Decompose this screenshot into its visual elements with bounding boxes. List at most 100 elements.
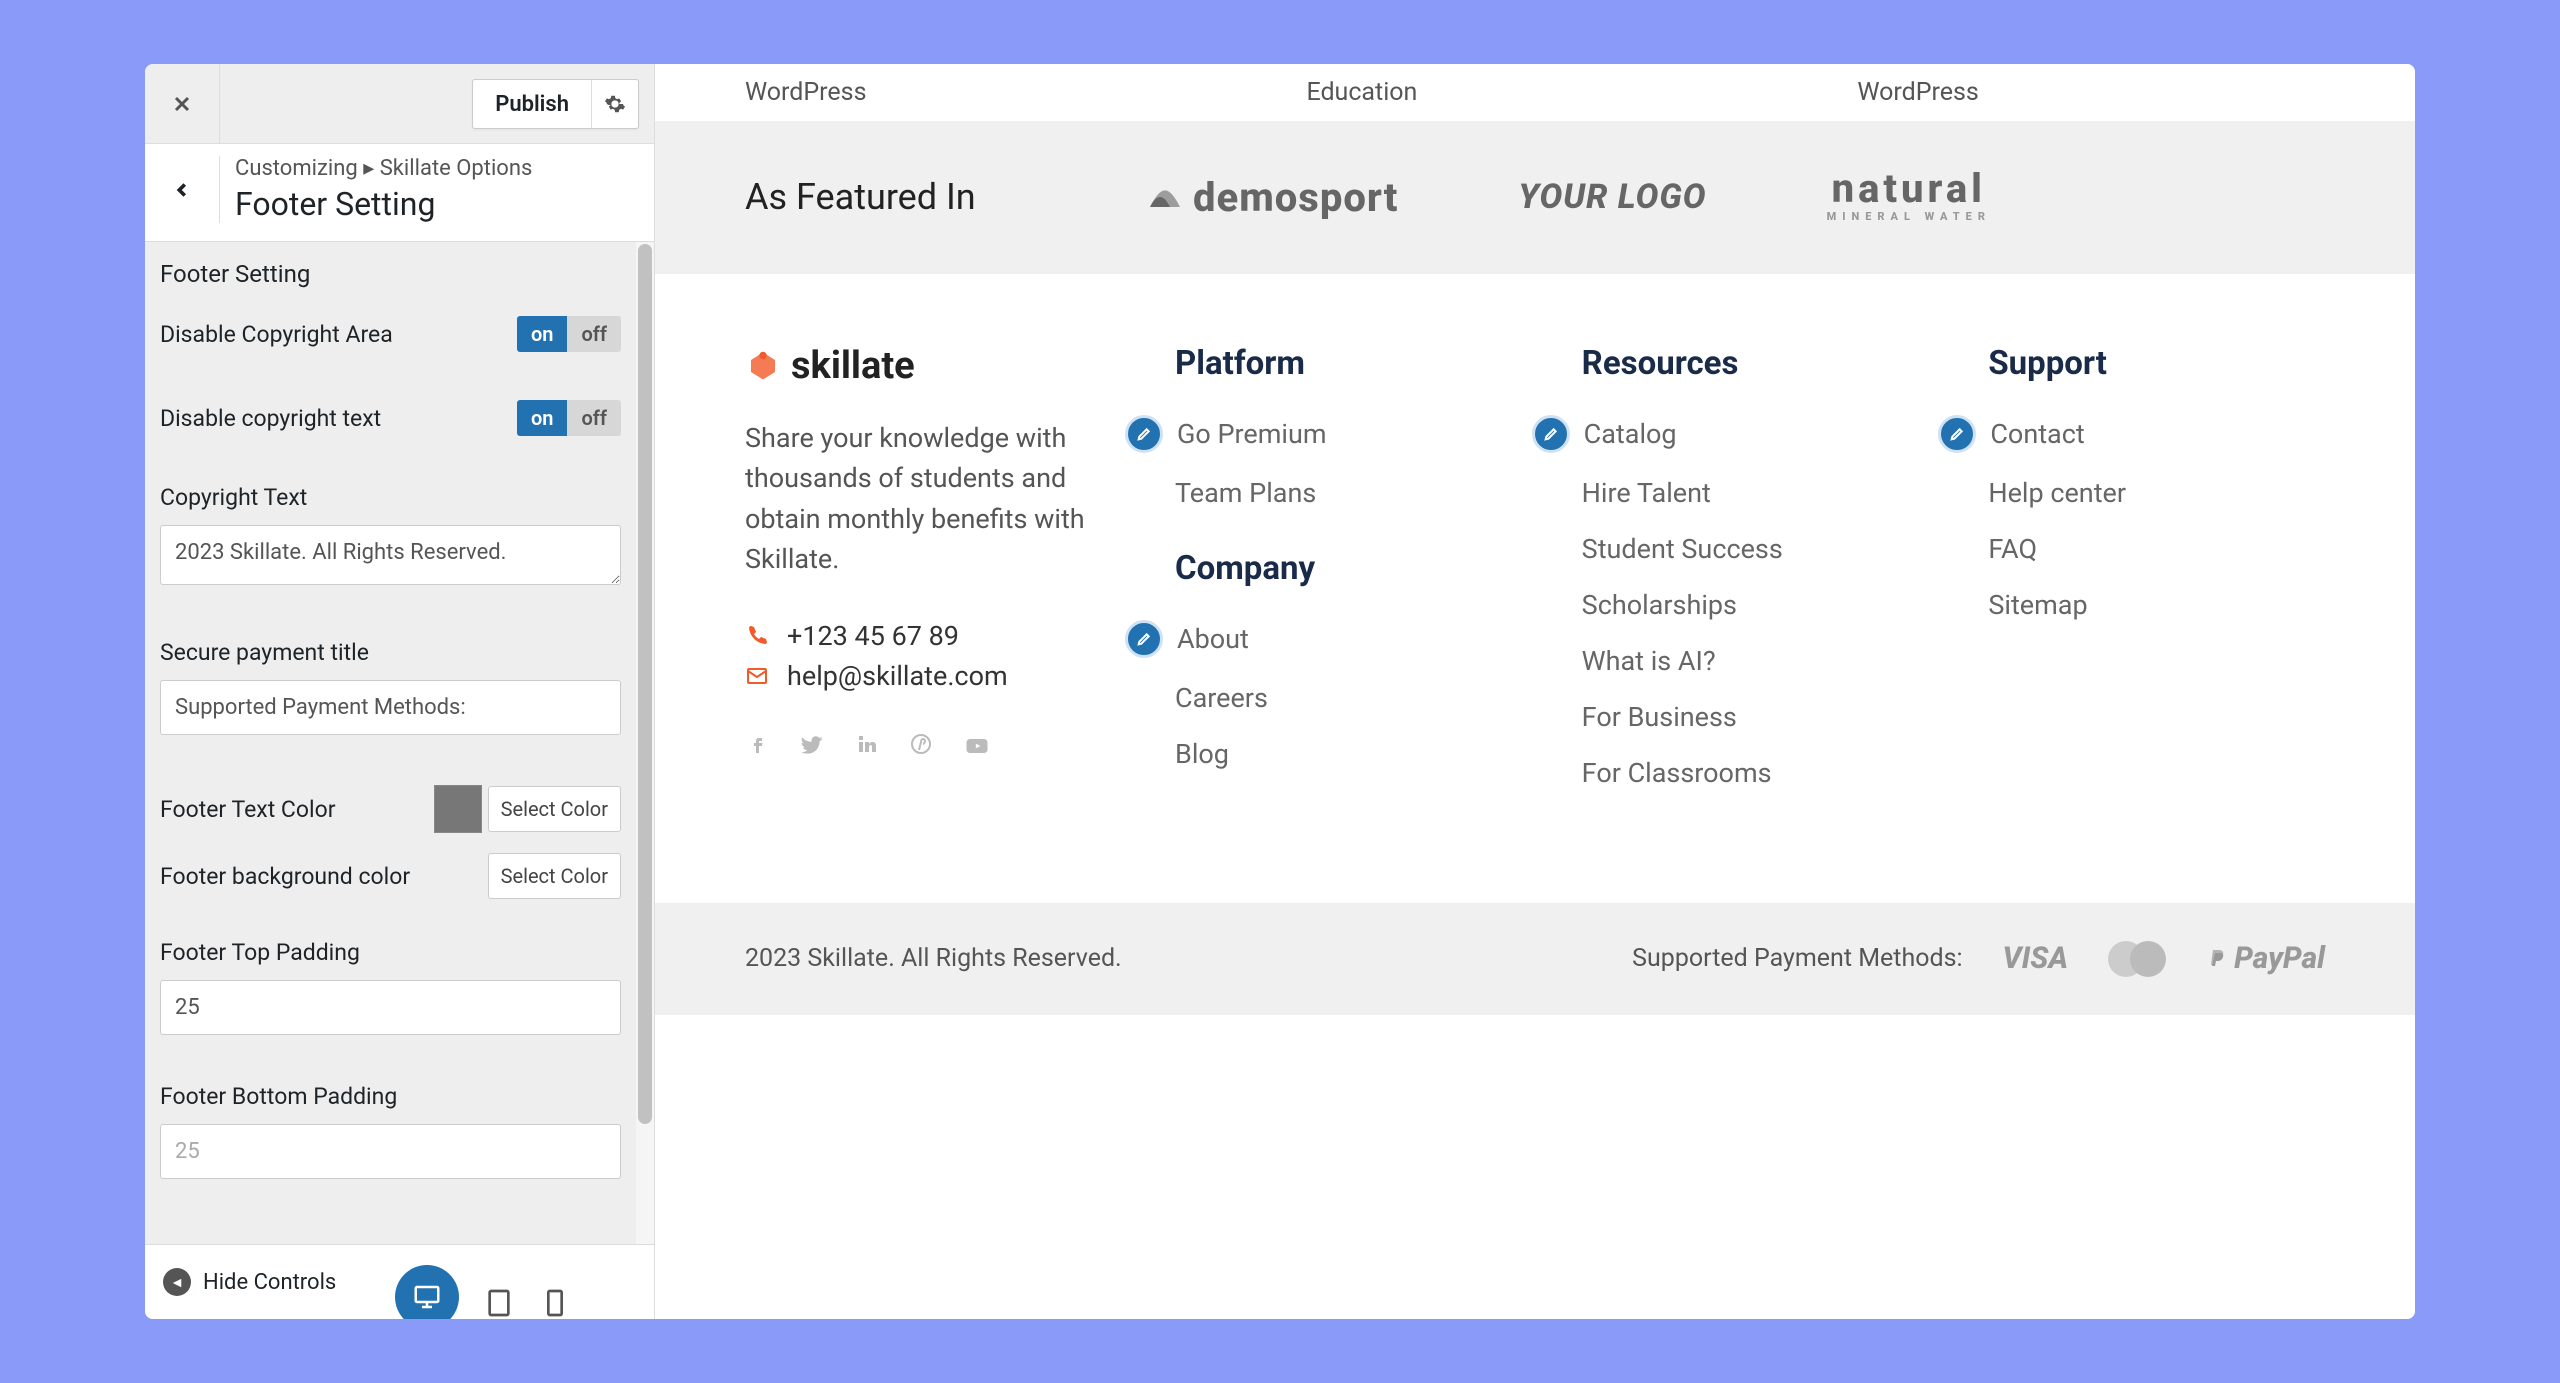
youtube-icon[interactable] <box>963 732 991 760</box>
link-team-plans[interactable]: Team Plans <box>1175 477 1512 509</box>
footer-bottom-padding-label: Footer Bottom Padding <box>160 1083 621 1110</box>
footer-bottom-padding-field: Footer Bottom Padding <box>145 1069 636 1193</box>
link-scholarships[interactable]: Scholarships <box>1582 589 1919 621</box>
link-student-success[interactable]: Student Success <box>1582 533 1919 565</box>
email-line[interactable]: help@skillate.com <box>745 660 1105 692</box>
section-title: Footer Setting <box>145 242 636 302</box>
footer-top-padding-input[interactable] <box>160 980 621 1035</box>
link-about[interactable]: About <box>1175 620 1512 658</box>
wave-icon <box>1145 177 1185 217</box>
scrollbar-track[interactable] <box>636 242 654 1319</box>
skillate-mark-icon <box>745 348 781 384</box>
about-text: Share your knowledge with thousands of s… <box>745 418 1105 580</box>
paypal-icon <box>2206 945 2230 973</box>
hide-controls-button[interactable]: ◄ Hide Controls <box>163 1268 336 1296</box>
edit-shortcut-icon[interactable] <box>1532 415 1570 453</box>
hide-controls-bar: ◄ Hide Controls <box>145 1244 654 1319</box>
back-button[interactable] <box>145 156 220 223</box>
edit-shortcut-icon[interactable] <box>1938 415 1976 453</box>
copyright-text-input[interactable]: 2023 Skillate. All Rights Reserved. <box>160 525 621 585</box>
select-color-button[interactable]: Select Color <box>488 786 621 832</box>
panel-scroll: Footer Setting Disable Copyright Area on… <box>145 242 636 1319</box>
breadcrumb-path: Customizing ▸ Skillate Options <box>235 156 532 181</box>
social-icons <box>745 732 1105 760</box>
footer-text-color-label: Footer Text Color <box>160 796 336 823</box>
color-swatch <box>434 785 482 833</box>
select-color-button[interactable]: Select Color <box>488 853 621 899</box>
edit-shortcut-icon[interactable] <box>1125 620 1163 658</box>
publish-settings-button[interactable] <box>592 80 638 128</box>
device-icons <box>395 1264 571 1319</box>
hide-controls-label: Hide Controls <box>203 1270 336 1295</box>
link-what-is-ai[interactable]: What is AI? <box>1582 645 1919 677</box>
secure-payment-label: Secure payment title <box>160 639 621 666</box>
brand-logo-natural: natural MINERAL WATER <box>1827 173 1991 222</box>
link-catalog[interactable]: Catalog <box>1582 415 1919 453</box>
link-contact[interactable]: Contact <box>1988 415 2325 453</box>
scrollbar-thumb[interactable] <box>638 244 652 1124</box>
toggle-on: on <box>517 400 568 436</box>
mastercard-logo <box>2108 941 2166 977</box>
company-heading: Company <box>1175 549 1512 588</box>
facebook-icon[interactable] <box>745 732 769 756</box>
email-text: help@skillate.com <box>787 660 1008 692</box>
link-careers[interactable]: Careers <box>1175 682 1512 714</box>
pinterest-icon[interactable] <box>909 732 933 756</box>
disable-copyright-area-label: Disable Copyright Area <box>160 321 393 348</box>
mobile-icon[interactable] <box>539 1287 571 1319</box>
link-go-premium[interactable]: Go Premium <box>1175 415 1512 453</box>
sidebar-topbar: Publish <box>145 64 654 144</box>
skillate-logo-text: skillate <box>791 344 915 388</box>
disable-copyright-area-toggle[interactable]: on off <box>517 316 621 352</box>
desktop-device-button[interactable] <box>395 1265 459 1319</box>
footer-text-color-picker[interactable]: Select Color <box>434 785 621 833</box>
footer-bar: 2023 Skillate. All Rights Reserved. Supp… <box>655 903 2415 1015</box>
link-blog[interactable]: Blog <box>1175 738 1512 770</box>
tag-item: Education <box>1306 78 1417 107</box>
panel-body: Footer Setting Disable Copyright Area on… <box>145 242 654 1319</box>
paypal-logo: PayPal <box>2206 941 2325 976</box>
secure-payment-input[interactable] <box>160 680 621 735</box>
link-faq[interactable]: FAQ <box>1988 533 2325 565</box>
footer-bg-color-label: Footer background color <box>160 863 410 890</box>
link-help-center[interactable]: Help center <box>1988 477 2325 509</box>
preview-pane: WordPress Education WordPress As Feature… <box>655 64 2415 1319</box>
preview-tags-row: WordPress Education WordPress <box>655 64 2415 121</box>
link-hire-talent[interactable]: Hire Talent <box>1582 477 1919 509</box>
linkedin-icon[interactable] <box>855 732 879 756</box>
footer-about-column: skillate Share your knowledge with thous… <box>745 344 1105 813</box>
disable-copyright-text-toggle[interactable]: on off <box>517 400 621 436</box>
tablet-icon[interactable] <box>483 1287 515 1319</box>
footer-bottom-padding-input[interactable] <box>160 1124 621 1179</box>
link-for-business[interactable]: For Business <box>1582 701 1919 733</box>
toggle-off: off <box>567 316 621 352</box>
link-for-classrooms[interactable]: For Classrooms <box>1582 757 1919 789</box>
link-sitemap[interactable]: Sitemap <box>1988 589 2325 621</box>
featured-band: As Featured In demosport YOUR LOGO natur… <box>655 121 2415 274</box>
phone-text: +123 45 67 89 <box>787 620 959 652</box>
footer-text-color-row: Footer Text Color Select Color <box>145 775 636 843</box>
copyright-text: 2023 Skillate. All Rights Reserved. <box>745 944 1122 973</box>
publish-button[interactable]: Publish <box>473 80 592 128</box>
twitter-icon[interactable] <box>799 732 825 758</box>
footer-bg-color-row: Footer background color Select Color <box>145 843 636 909</box>
footer-bg-color-picker[interactable]: Select Color <box>488 853 621 899</box>
toggle-on: on <box>517 316 568 352</box>
phone-line[interactable]: +123 45 67 89 <box>745 620 1105 652</box>
customizer-sidebar: Publish Customizing ▸ Skillate Options F… <box>145 64 655 1319</box>
payment-group: Supported Payment Methods: VISA PayPal <box>1632 941 2325 977</box>
skillate-logo: skillate <box>745 344 1105 388</box>
disable-copyright-text-row: Disable copyright text on off <box>145 386 636 450</box>
publish-box: Publish <box>472 79 639 129</box>
envelope-icon <box>745 664 769 688</box>
brand-logo-demosport: demosport <box>1145 174 1398 221</box>
close-button[interactable] <box>145 64 220 144</box>
customizer-frame: Publish Customizing ▸ Skillate Options F… <box>145 64 2415 1319</box>
visa-logo: VISA <box>2003 941 2069 976</box>
edit-shortcut-icon[interactable] <box>1125 415 1163 453</box>
close-icon <box>170 92 194 116</box>
payment-title: Supported Payment Methods: <box>1632 944 1962 973</box>
support-heading: Support <box>1988 344 2325 383</box>
copyright-text-field: Copyright Text 2023 Skillate. All Rights… <box>145 470 636 603</box>
copyright-text-label: Copyright Text <box>160 484 621 511</box>
